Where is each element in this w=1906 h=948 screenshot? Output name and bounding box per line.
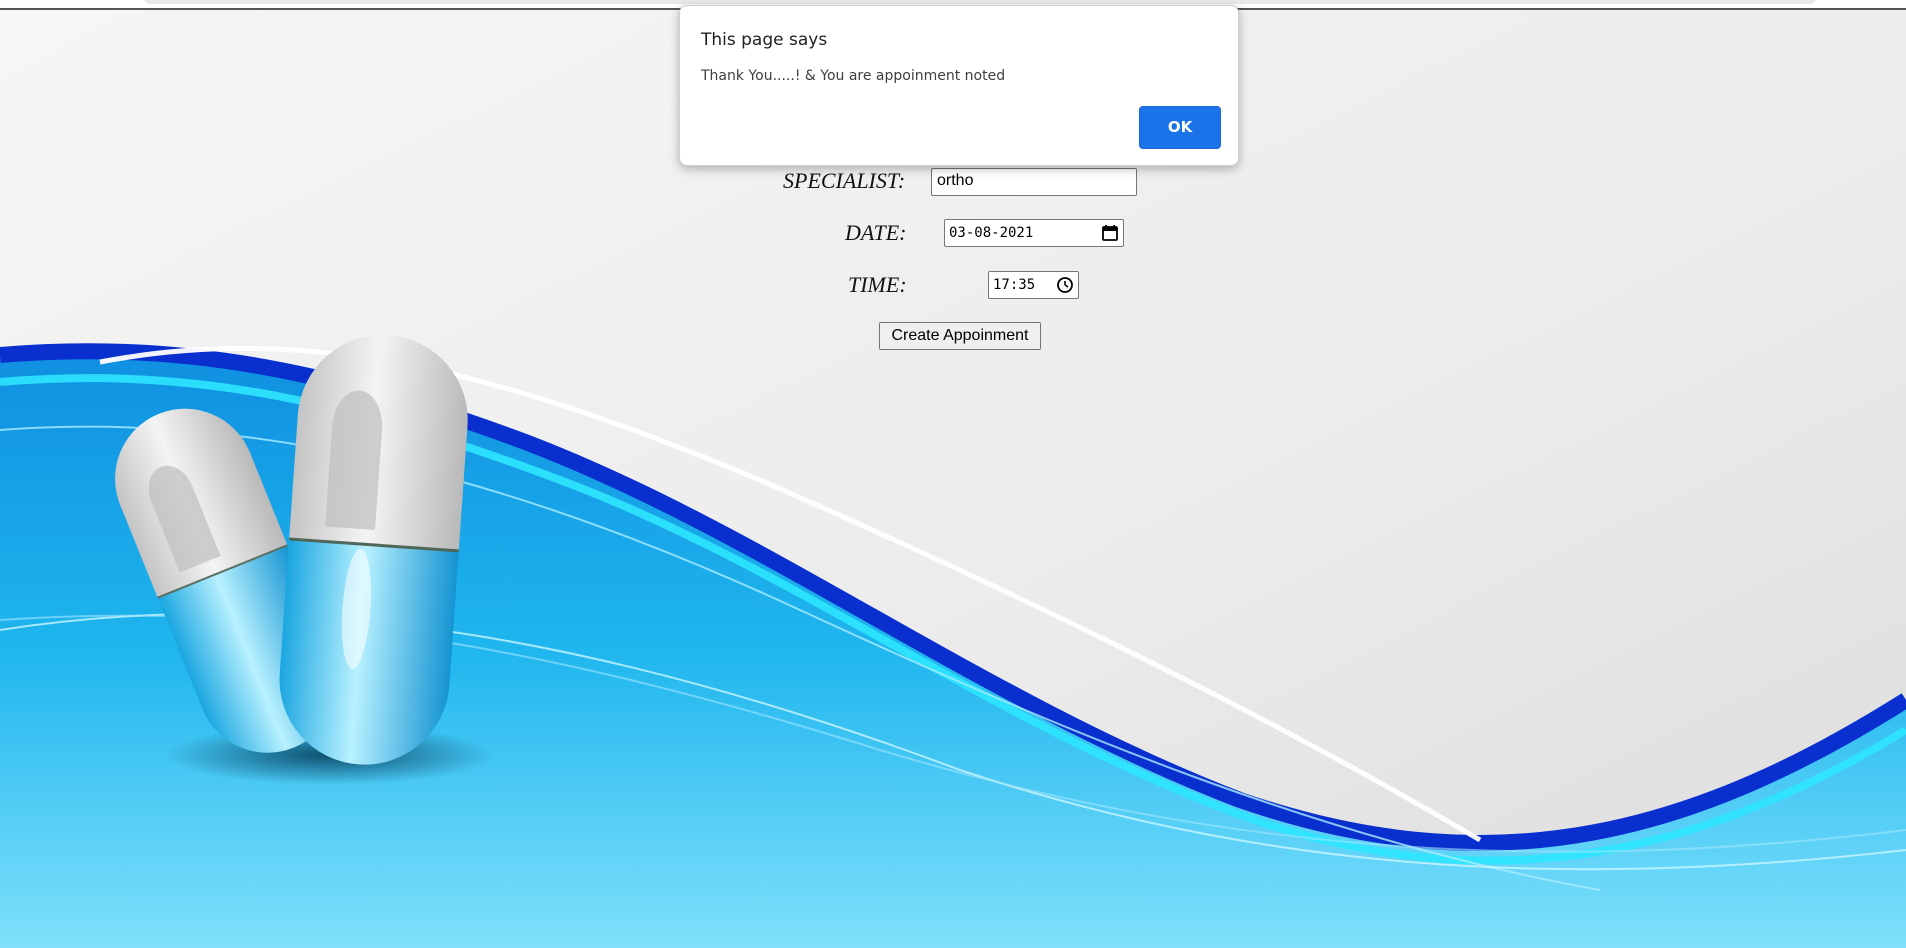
date-value: 03-08-2021 bbox=[949, 225, 1034, 241]
create-appointment-button[interactable]: Create Appoinment bbox=[879, 322, 1041, 350]
dialog-title: This page says bbox=[701, 30, 828, 50]
page: SPECIALIST: ortho DATE: 03-08-2021 TIME:… bbox=[0, 0, 1906, 948]
time-value: 17:35 bbox=[993, 277, 1036, 293]
specialist-label: SPECIALIST: bbox=[783, 168, 906, 193]
date-input[interactable]: 03-08-2021 bbox=[944, 219, 1124, 247]
date-label: DATE: bbox=[845, 220, 907, 245]
specialist-input[interactable]: ortho bbox=[931, 168, 1137, 196]
calendar-icon[interactable] bbox=[1101, 224, 1119, 242]
ok-button[interactable]: OK bbox=[1139, 106, 1221, 149]
top-edge-shade bbox=[145, 0, 1815, 4]
alert-dialog: This page says Thank You.....! & You are… bbox=[679, 5, 1239, 166]
clock-icon[interactable] bbox=[1056, 276, 1074, 294]
time-label: TIME: bbox=[848, 272, 907, 297]
time-input[interactable]: 17:35 bbox=[988, 271, 1079, 299]
dialog-message: Thank You.....! & You are appoinment not… bbox=[701, 68, 1006, 84]
